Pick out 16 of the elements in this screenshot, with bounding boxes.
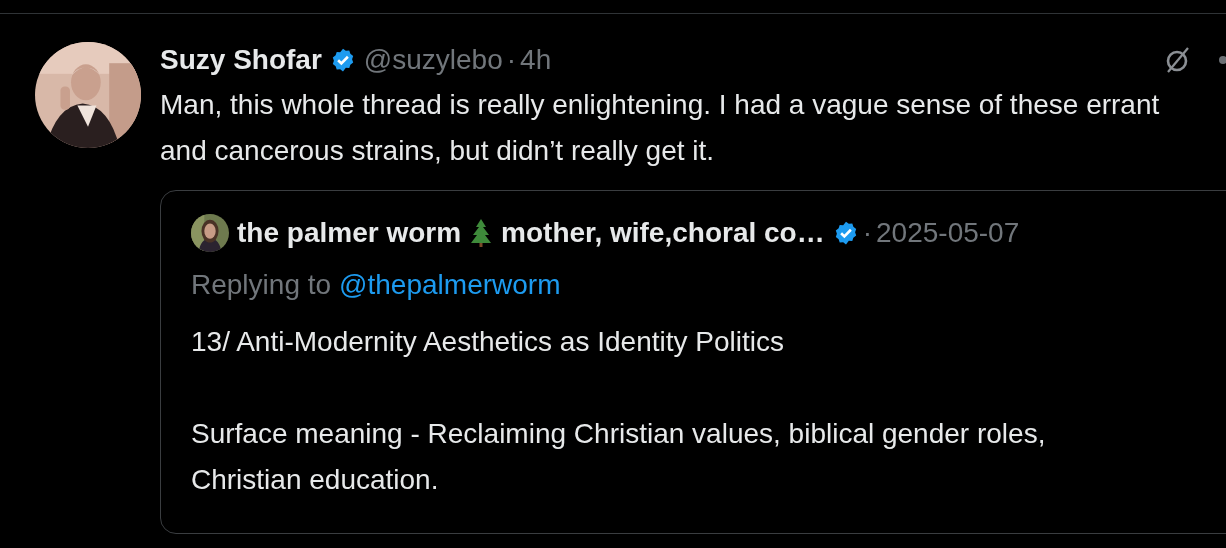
author-name[interactable]: Suzy Shofar <box>160 44 322 76</box>
mention-link[interactable]: @thepalmerworm <box>339 269 561 301</box>
replying-label: Replying to <box>191 269 332 301</box>
quoted-post-card[interactable] <box>160 190 1226 534</box>
post-date[interactable]: 2025-05-07 <box>876 217 1020 249</box>
author-handle[interactable]: @suzylebo <box>363 44 503 76</box>
separator-dot: · <box>506 44 517 76</box>
quoted-paragraph: 13/ Anti-Modernity Aesthetics as Identity Politics <box>191 325 785 359</box>
quoted-paragraph: Surface meaning - Reclaiming Christian values, biblical gender roles, Christian education. <box>191 417 1047 497</box>
more-icon[interactable] <box>1218 55 1226 65</box>
post-text: Man, this whole thread is really enlightening. I had a vague sense of these errant and cancerous strains, but didn’t really get it. <box>160 88 1161 168</box>
separator-dot: · <box>862 217 873 249</box>
tree-icon <box>469 218 494 248</box>
post-time[interactable]: 4h <box>520 44 552 76</box>
author-bio-name[interactable]: mother, wife,choral co… <box>501 217 825 249</box>
author-name[interactable]: the palmer worm <box>237 217 462 249</box>
